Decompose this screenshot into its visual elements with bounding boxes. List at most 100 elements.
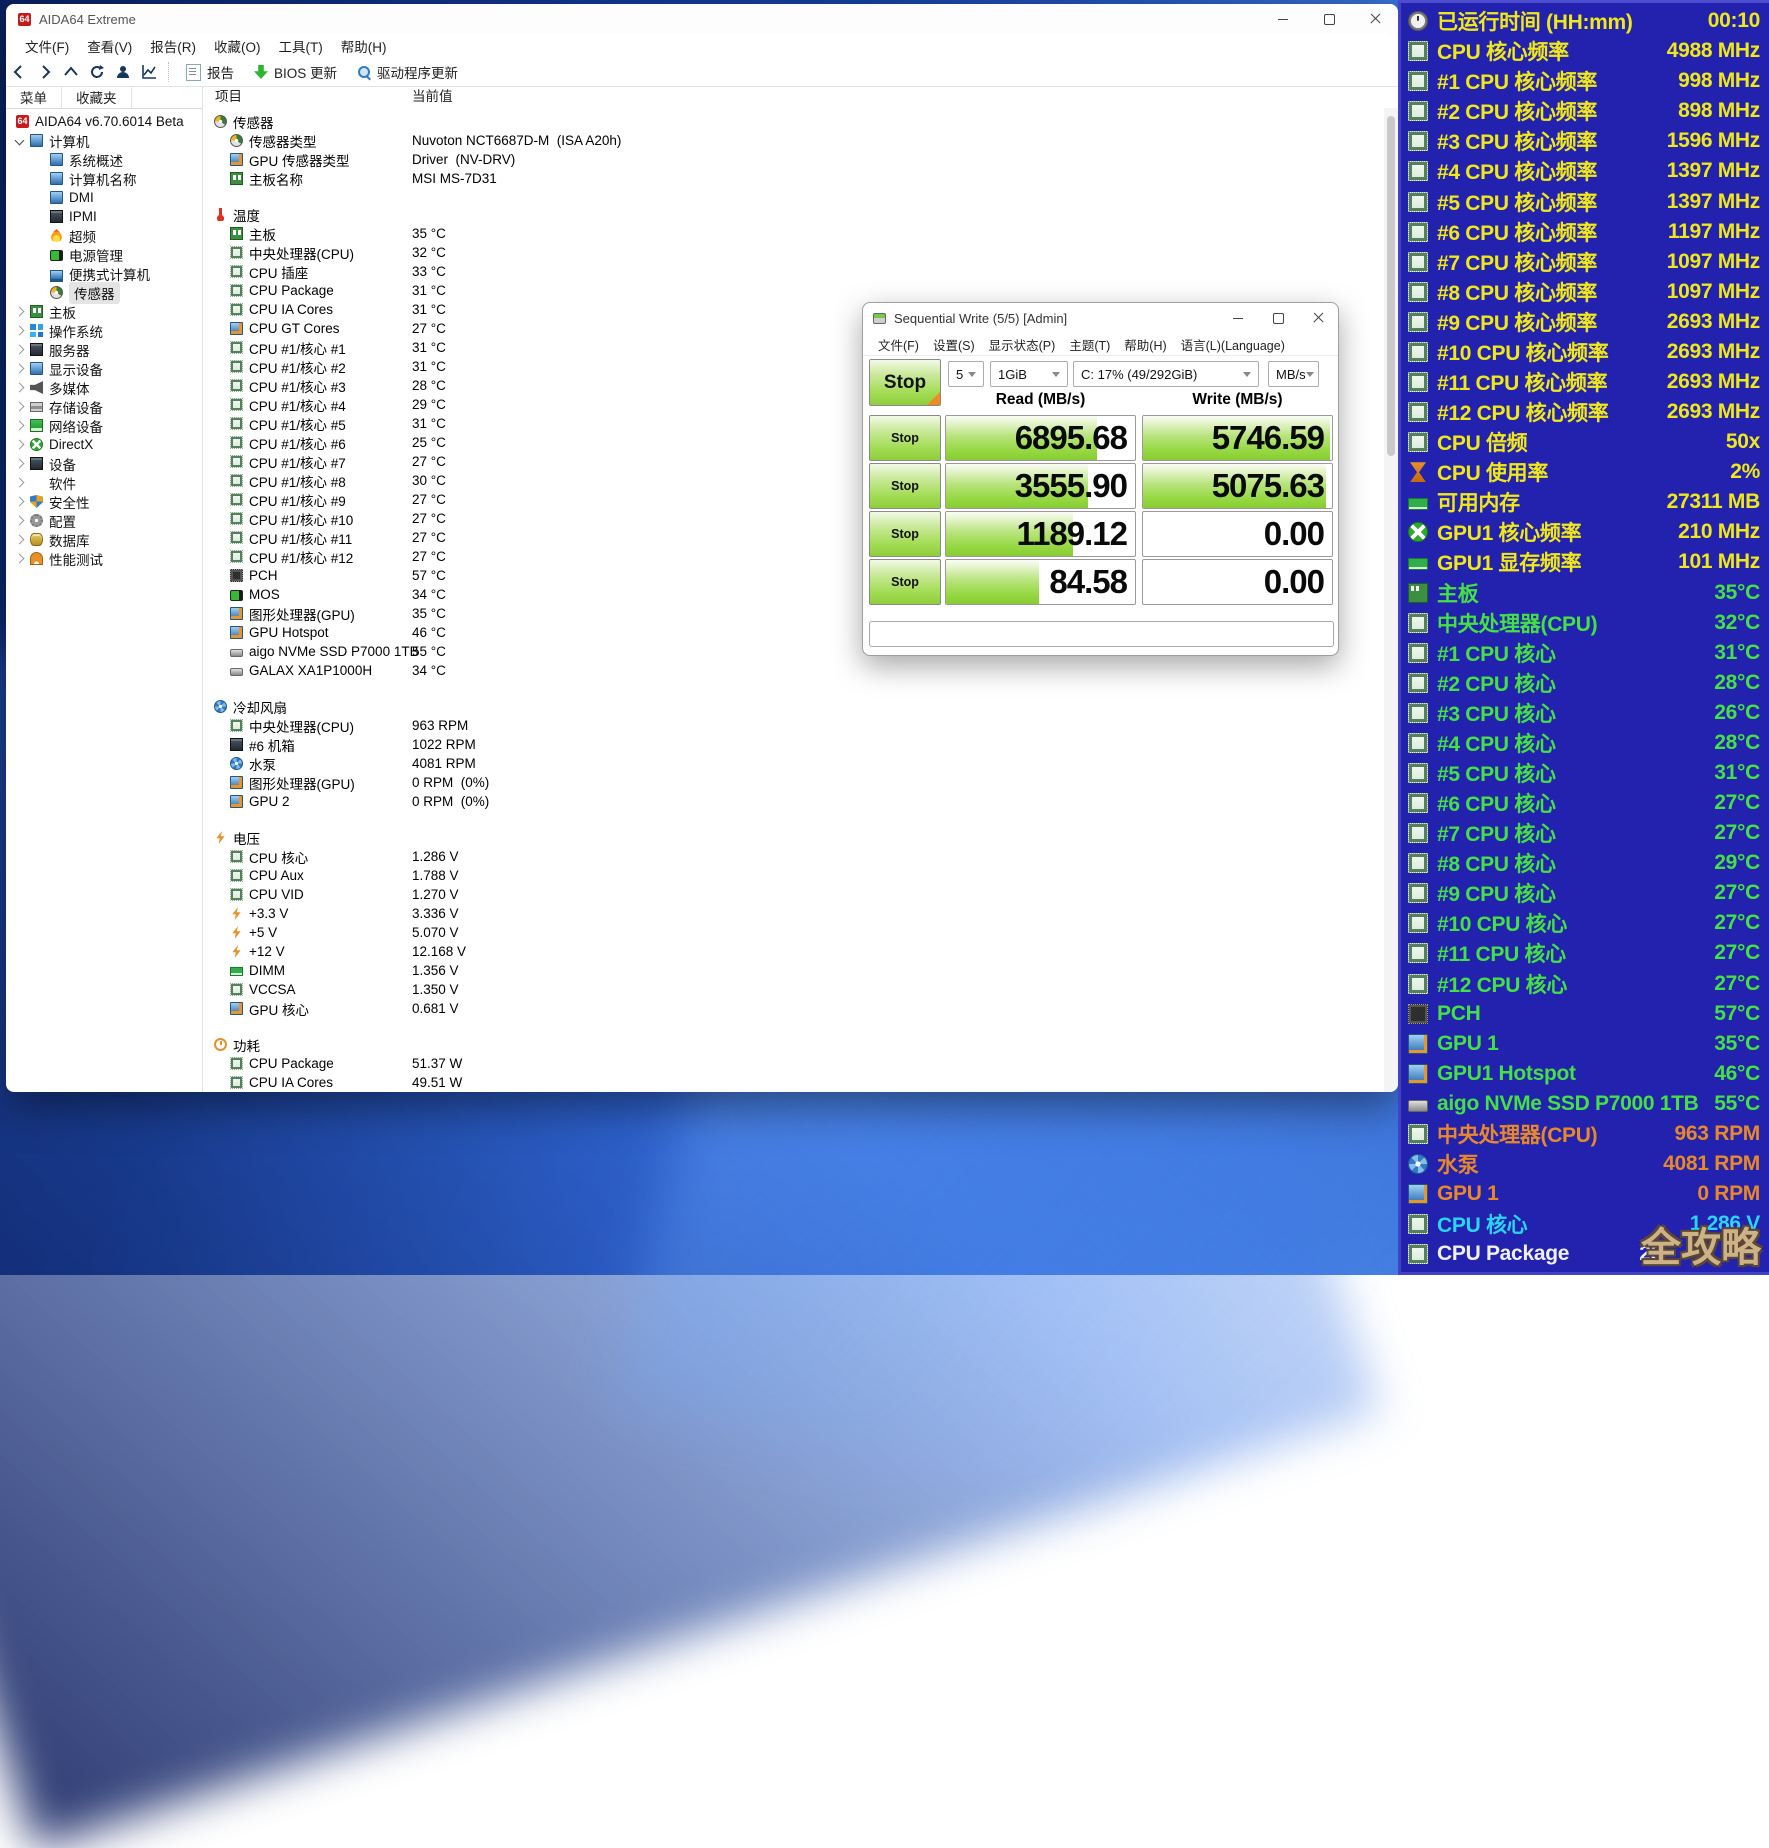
sidebar-item[interactable]: 64AIDA64 v6.70.6014 Beta bbox=[6, 112, 202, 131]
sidebar-item[interactable]: 配置 bbox=[6, 511, 202, 530]
user-icon[interactable] bbox=[110, 61, 136, 83]
list-section-header[interactable]: 功耗 bbox=[203, 1035, 1384, 1054]
sidebar-item[interactable]: 存储设备 bbox=[6, 397, 202, 416]
chevron-expanded-icon[interactable] bbox=[15, 136, 25, 146]
units-select[interactable]: MB/s bbox=[1268, 361, 1319, 387]
stop-row-button[interactable]: Stop bbox=[869, 511, 941, 557]
up-icon[interactable] bbox=[58, 61, 84, 83]
sidebar-item[interactable]: 多媒体 bbox=[6, 378, 202, 397]
dialog-close-icon[interactable] bbox=[1298, 303, 1338, 333]
list-item[interactable]: VCCSA1.350 V bbox=[203, 980, 1384, 999]
chevron-collapsed-icon[interactable] bbox=[15, 345, 25, 355]
sidebar-item[interactable]: DirectX bbox=[6, 435, 202, 454]
target-drive-select[interactable]: C: 17% (49/292GiB) bbox=[1073, 361, 1259, 387]
chevron-collapsed-icon[interactable] bbox=[15, 459, 25, 469]
sidebar-item[interactable]: 便携式计算机 bbox=[6, 264, 202, 283]
test-size-select[interactable]: 1GiB bbox=[990, 361, 1068, 387]
stop-row-button[interactable]: Stop bbox=[869, 415, 941, 461]
forward-icon[interactable] bbox=[32, 61, 58, 83]
chevron-collapsed-icon[interactable] bbox=[15, 535, 25, 545]
column-header-value[interactable]: 当前值 bbox=[412, 86, 453, 108]
chevron-collapsed-icon[interactable] bbox=[15, 440, 25, 450]
list-item[interactable]: 中央处理器(CPU)32 °C bbox=[203, 243, 1384, 262]
list-section-header[interactable]: 冷却风扇 bbox=[203, 697, 1384, 716]
chevron-collapsed-icon[interactable] bbox=[15, 516, 25, 526]
driver-update-button[interactable]: 驱动程序更新 bbox=[347, 60, 468, 84]
sidebar-item[interactable]: 电源管理 bbox=[6, 245, 202, 264]
list-item[interactable]: 中央处理器(CPU)963 RPM bbox=[203, 716, 1384, 735]
list-item[interactable]: CPU Aux1.788 V bbox=[203, 866, 1384, 885]
close-icon[interactable] bbox=[1352, 4, 1398, 34]
chevron-collapsed-icon[interactable] bbox=[15, 478, 25, 488]
menu-item-6[interactable]: 帮助(H) bbox=[332, 34, 396, 58]
chevron-collapsed-icon[interactable] bbox=[15, 402, 25, 412]
list-item[interactable]: 主板名称MSI MS-7D31 bbox=[203, 169, 1384, 188]
sidebar-item[interactable]: 设备 bbox=[6, 454, 202, 473]
sidebar-item[interactable]: DMI bbox=[6, 188, 202, 207]
minimize-icon[interactable] bbox=[1260, 4, 1306, 34]
sidebar-item[interactable]: 安全性 bbox=[6, 492, 202, 511]
sidebar-item[interactable]: 主板 bbox=[6, 302, 202, 321]
sidebar-item[interactable]: 性能测试 bbox=[6, 549, 202, 568]
sidebar-item[interactable]: 计算机 bbox=[6, 131, 202, 150]
chevron-collapsed-icon[interactable] bbox=[15, 383, 25, 393]
list-item[interactable]: 传感器类型Nuvoton NCT6687D-M (ISA A20h) bbox=[203, 131, 1384, 150]
maximize-icon[interactable] bbox=[1306, 4, 1352, 34]
menu-item-4[interactable]: 收藏(O) bbox=[205, 34, 270, 58]
list-section-header[interactable]: 温度 bbox=[203, 205, 1384, 224]
refresh-icon[interactable] bbox=[84, 61, 110, 83]
chevron-collapsed-icon[interactable] bbox=[15, 326, 25, 336]
dialog-menu-item-3[interactable]: 显示状态(P) bbox=[982, 334, 1063, 355]
list-item[interactable]: 主板35 °C bbox=[203, 224, 1384, 243]
back-icon[interactable] bbox=[6, 61, 32, 83]
sidebar-item[interactable]: 网络设备 bbox=[6, 416, 202, 435]
menu-item-1[interactable]: 文件(F) bbox=[16, 34, 78, 58]
dialog-menu-item-2[interactable]: 设置(S) bbox=[926, 334, 982, 355]
list-item[interactable]: +3.3 V3.336 V bbox=[203, 904, 1384, 923]
list-item[interactable]: DIMM1.356 V bbox=[203, 961, 1384, 980]
menu-item-5[interactable]: 工具(T) bbox=[270, 34, 332, 58]
dialog-menu-item-5[interactable]: 帮助(H) bbox=[1117, 334, 1173, 355]
dialog-menu-item-4[interactable]: 主题(T) bbox=[1062, 334, 1117, 355]
list-item[interactable]: GALAX XA1P1000H34 °C bbox=[203, 661, 1384, 680]
dialog-minimize-icon[interactable] bbox=[1218, 303, 1258, 333]
chart-icon[interactable] bbox=[136, 61, 162, 83]
list-item[interactable]: #6 机箱1022 RPM bbox=[203, 735, 1384, 754]
list-item[interactable]: CPU Package51.37 W bbox=[203, 1054, 1384, 1073]
bios-update-button[interactable]: BIOS 更新 bbox=[244, 60, 347, 84]
stop-row-button[interactable]: Stop bbox=[869, 463, 941, 509]
list-item[interactable]: CPU 插座33 °C bbox=[203, 262, 1384, 281]
chevron-collapsed-icon[interactable] bbox=[15, 421, 25, 431]
test-count-select[interactable]: 5 bbox=[948, 361, 984, 387]
stop-row-button[interactable]: Stop bbox=[869, 559, 941, 605]
dialog-menu-item-1[interactable]: 文件(F) bbox=[871, 334, 926, 355]
sidebar-item[interactable]: 超频 bbox=[6, 226, 202, 245]
chevron-collapsed-icon[interactable] bbox=[15, 364, 25, 374]
list-item[interactable]: +5 V5.070 V bbox=[203, 923, 1384, 942]
dialog-menu-item-6[interactable]: 语言(L)(Language) bbox=[1174, 334, 1292, 355]
sidebar-item[interactable]: 软件 bbox=[6, 473, 202, 492]
sidebar-item[interactable]: 计算机名称 bbox=[6, 169, 202, 188]
chevron-collapsed-icon[interactable] bbox=[15, 554, 25, 564]
list-section-header[interactable]: 电压 bbox=[203, 828, 1384, 847]
menu-item-2[interactable]: 查看(V) bbox=[78, 34, 141, 58]
sidebar-item[interactable]: 服务器 bbox=[6, 340, 202, 359]
list-item[interactable]: GPU 传感器类型Driver (NV-DRV) bbox=[203, 150, 1384, 169]
list-item[interactable]: CPU Package31 °C bbox=[203, 281, 1384, 300]
chevron-collapsed-icon[interactable] bbox=[15, 307, 25, 317]
menu-item-3[interactable]: 报告(R) bbox=[141, 34, 205, 58]
stop-all-button[interactable]: Stop bbox=[869, 359, 941, 406]
sidebar-item[interactable]: 数据库 bbox=[6, 530, 202, 549]
list-item[interactable]: CPU 核心1.286 V bbox=[203, 847, 1384, 866]
chevron-collapsed-icon[interactable] bbox=[15, 497, 25, 507]
list-item[interactable]: GPU 核心0.681 V bbox=[203, 999, 1384, 1018]
sidebar-item[interactable]: 显示设备 bbox=[6, 359, 202, 378]
list-item[interactable]: 水泵4081 RPM bbox=[203, 754, 1384, 773]
tab-favorites[interactable]: 收藏夹 bbox=[62, 86, 132, 108]
list-item[interactable]: GPU 20 RPM (0%) bbox=[203, 792, 1384, 811]
tab-menu[interactable]: 菜单 bbox=[6, 86, 62, 108]
list-item[interactable]: CPU IA Cores49.51 W bbox=[203, 1073, 1384, 1092]
list-item[interactable]: +12 V12.168 V bbox=[203, 942, 1384, 961]
sidebar-item[interactable]: IPMI bbox=[6, 207, 202, 226]
sidebar-item[interactable]: 操作系统 bbox=[6, 321, 202, 340]
